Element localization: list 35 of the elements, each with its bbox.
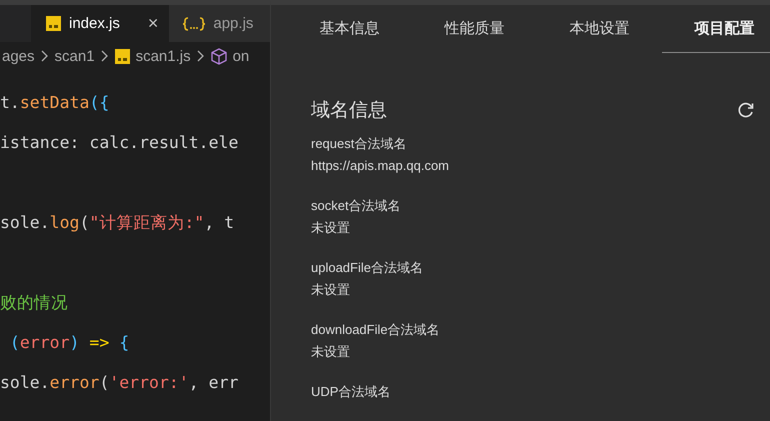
domain-label: socket合法域名 — [311, 197, 401, 215]
domain-value: https://apis.map.qq.com — [311, 157, 450, 175]
braces-icon — [183, 16, 206, 30]
chevron-icon — [100, 50, 109, 62]
domain-value: 未设置 — [311, 343, 350, 361]
domain-label: request合法域名 — [311, 135, 406, 153]
chevron-icon — [40, 50, 49, 62]
close-icon[interactable]: × — [148, 13, 158, 34]
breadcrumb-item[interactable]: scan1 — [54, 48, 95, 64]
code-line: 败的情况 — [0, 293, 68, 312]
domain-label: UDP合法域名 — [311, 383, 390, 401]
panel-tab[interactable]: 性能质量 — [412, 5, 537, 53]
code-line: t.setData({ — [0, 93, 110, 112]
chevron-icon — [196, 50, 205, 62]
section-title: 域名信息 — [311, 99, 387, 123]
code-line: (error) => { — [8, 333, 130, 352]
cube-icon — [210, 48, 227, 64]
domain-value: 未设置 — [311, 281, 350, 299]
code-line: istance: calc.result.ele — [0, 133, 238, 152]
js-file-icon — [46, 16, 61, 31]
refresh-icon[interactable] — [737, 101, 755, 119]
breadcrumb-item[interactable]: scan1.js — [136, 48, 191, 64]
panel-tab[interactable]: 基本信息 — [287, 5, 412, 53]
code-line: sole.log("计算距离为:", t — [0, 213, 234, 232]
panel-tab[interactable]: 本地设置 — [537, 5, 662, 53]
breadcrumb-item[interactable]: on — [232, 48, 250, 64]
domain-value: 未设置 — [311, 219, 350, 237]
panel-tab[interactable]: 项目配置 — [662, 5, 770, 53]
editor-tab[interactable]: app.js — [168, 5, 270, 42]
js-file-icon — [114, 48, 130, 64]
breadcrumb-item[interactable]: ages — [2, 48, 35, 64]
domain-label: uploadFile合法域名 — [311, 259, 423, 277]
domain-label: downloadFile合法域名 — [311, 321, 440, 339]
code-line: sole.error('error:', err — [0, 373, 238, 392]
editor-tab[interactable]: index.js × — [31, 5, 168, 42]
